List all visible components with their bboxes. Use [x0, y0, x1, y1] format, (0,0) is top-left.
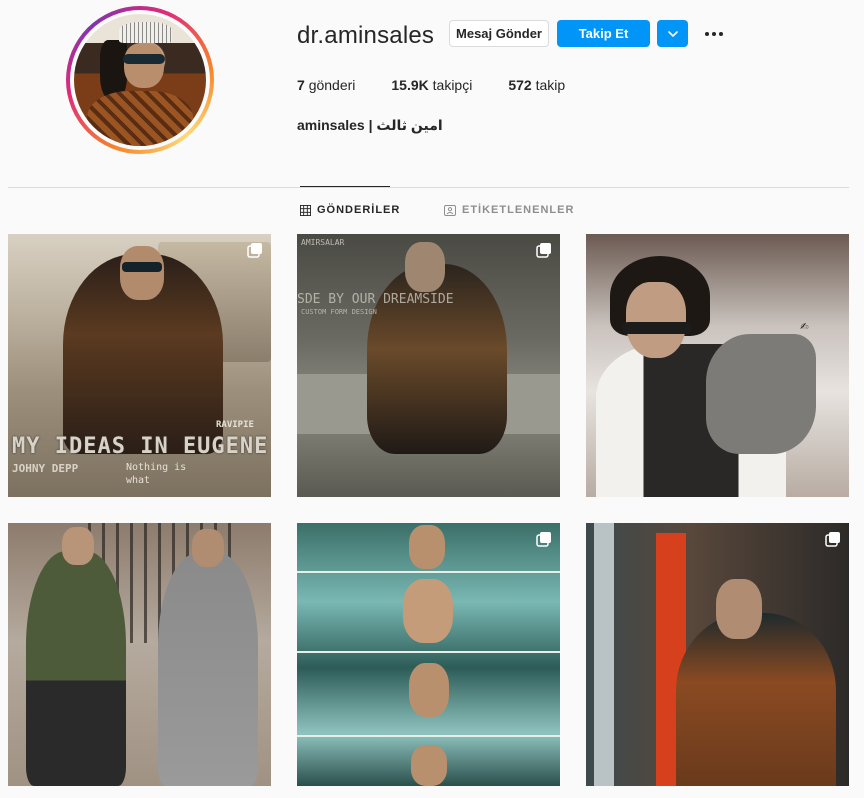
- profile-full-name: aminsales | امین ثالث: [297, 117, 443, 133]
- post-tile-1[interactable]: RAVIPIE MY IDEAS IN EUGENE JOHNY DEPP No…: [8, 234, 271, 497]
- tab-posts[interactable]: GÖNDERİLER: [300, 204, 400, 216]
- chevron-down-icon: [667, 30, 678, 37]
- post-tile-2[interactable]: AMIRSALAR SDE BY OUR DREAMSIDE CUSTOM FO…: [297, 234, 560, 497]
- post-3-signature-mark: ✍: [800, 318, 809, 334]
- post-3-jacket: [706, 334, 816, 454]
- profile-avatar[interactable]: [66, 6, 214, 154]
- more-dots-icon: [705, 32, 723, 36]
- post-4-left-face: [62, 527, 94, 565]
- profile-username: dr.aminsales: [297, 22, 435, 49]
- post-4-right-face: [192, 529, 224, 567]
- grid-icon: [300, 204, 311, 216]
- post-tile-3[interactable]: ✍: [586, 234, 849, 497]
- post-tile-6[interactable]: [586, 523, 849, 786]
- post-5-strip-3: [297, 735, 560, 737]
- post-5-face-4: [411, 745, 447, 786]
- tagged-icon: [444, 204, 456, 216]
- post-tile-5[interactable]: [297, 523, 560, 786]
- more-options-button[interactable]: [699, 22, 729, 46]
- avatar-photo: [74, 14, 206, 146]
- tabs-divider: [8, 187, 849, 188]
- avatar-face: [124, 43, 164, 88]
- post-6-pole: [594, 523, 614, 786]
- following-count: 572: [508, 77, 532, 93]
- avatar-inner: [70, 10, 210, 150]
- followers-stat[interactable]: 15.9K takipçi: [391, 77, 472, 93]
- post-2-tag-text: AMIRSALAR: [301, 238, 345, 247]
- post-4-right-figure: [158, 553, 258, 786]
- post-3-shades: [622, 322, 692, 334]
- multiple-photos-icon: [825, 532, 840, 547]
- followers-label: takipçi: [432, 77, 473, 93]
- post-6-figure: [676, 613, 836, 786]
- post-2-sub-text: CUSTOM FORM DESIGN: [301, 308, 377, 316]
- profile-stats: 7 gönderi 15.9K takipçi 572 takip: [297, 77, 601, 93]
- suggested-dropdown-button[interactable]: [657, 20, 688, 47]
- post-1-title-text: MY IDEAS IN EUGENE: [12, 434, 269, 459]
- post-5-strip-2: [297, 651, 560, 653]
- post-6-face: [716, 579, 762, 639]
- post-1-line2-text: what: [126, 475, 151, 486]
- multiple-photos-icon: [536, 243, 551, 258]
- post-1-face: [120, 246, 164, 300]
- tab-posts-label: GÖNDERİLER: [317, 204, 401, 216]
- post-4-left-figure: [26, 551, 126, 786]
- posts-label: gönderi: [308, 77, 356, 93]
- tab-tagged[interactable]: ETİKETLENENLER: [444, 204, 574, 216]
- avatar-hat: [118, 21, 172, 44]
- avatar-sunglasses: [122, 53, 166, 65]
- active-tab-indicator: [300, 186, 390, 187]
- post-2-face: [405, 242, 445, 292]
- avatar-vest: [87, 90, 193, 146]
- post-1-corner-text: RAVIPIE: [216, 420, 254, 430]
- multiple-photos-icon: [536, 532, 551, 547]
- post-tile-4[interactable]: [8, 523, 271, 786]
- following-label: takip: [535, 77, 566, 93]
- posts-count: 7: [297, 77, 305, 93]
- post-5-face-1: [409, 525, 445, 569]
- following-stat[interactable]: 572 takip: [508, 77, 565, 93]
- post-1-shades: [122, 262, 162, 272]
- message-button[interactable]: Mesaj Gönder: [449, 20, 549, 47]
- post-3-face: [626, 282, 686, 358]
- multiple-photos-icon: [247, 243, 262, 258]
- post-1-name-text: JOHNY DEPP: [12, 462, 79, 475]
- posts-stat: 7 gönderi: [297, 77, 355, 93]
- follow-button[interactable]: Takip Et: [557, 20, 650, 47]
- followers-count: 15.9K: [391, 77, 429, 93]
- post-2-big-text: SDE BY OUR DREAMSIDE: [297, 292, 454, 307]
- post-1-line1-text: Nothing is: [126, 462, 187, 473]
- post-5-strip-1: [297, 571, 560, 573]
- post-5-face-3: [409, 663, 449, 717]
- post-5-face-2: [403, 579, 453, 643]
- tab-tagged-label: ETİKETLENENLER: [462, 204, 575, 216]
